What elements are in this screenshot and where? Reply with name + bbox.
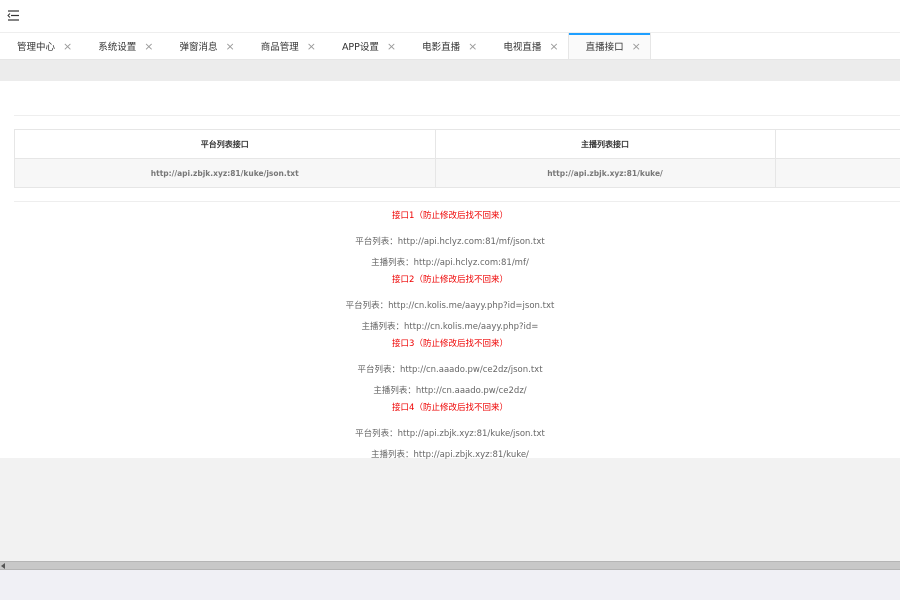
table-cell-actions bbox=[775, 158, 900, 188]
interface-title: 接口1（防止修改后找不回来） bbox=[392, 211, 508, 221]
toolbar-strip bbox=[0, 60, 900, 81]
column-header-anchor: 主播列表接口 bbox=[435, 130, 776, 159]
interface-title: 接口2（防止修改后找不回来） bbox=[392, 275, 508, 285]
close-icon[interactable]: × bbox=[225, 41, 234, 52]
tab-live-interface[interactable]: 直播接口 × bbox=[567, 33, 651, 59]
interface-title: 接口3（防止修改后找不回来） bbox=[392, 339, 508, 349]
horizontal-scrollbar[interactable] bbox=[0, 561, 900, 570]
close-icon[interactable]: × bbox=[549, 41, 558, 52]
table-header-row: 平台列表接口 主播列表接口 bbox=[15, 130, 900, 159]
menu-fold-icon[interactable] bbox=[7, 9, 20, 22]
tab-tv-live[interactable]: 电视直播 × bbox=[486, 33, 567, 59]
anchor-list-text: 主播列表：http://api.zbjk.xyz:81/kuke/ bbox=[371, 450, 529, 460]
tab-label: 电影直播 bbox=[422, 42, 461, 53]
interface-block-4: 接口4（防止修改后找不回来） 平台列表：http://api.zbjk.xyz:… bbox=[0, 400, 900, 464]
tab-label: APP设置 bbox=[341, 42, 379, 53]
tab-product-management[interactable]: 商品管理 × bbox=[244, 33, 325, 59]
tab-admin-center[interactable]: 管理中心 × bbox=[0, 33, 81, 59]
top-bar bbox=[0, 0, 900, 33]
tab-label: 弹窗消息 bbox=[179, 42, 218, 53]
tab-movie-live[interactable]: 电影直播 × bbox=[405, 33, 486, 59]
table-cell-anchor-url: http://api.zbjk.xyz:81/kuke/ bbox=[435, 158, 776, 188]
interface-table: 平台列表接口 主播列表接口 http://api.zbjk.xyz:81/kuk… bbox=[14, 129, 900, 188]
interface-title: 接口4（防止修改后找不回来） bbox=[392, 403, 508, 413]
tab-label: 电视直播 bbox=[503, 42, 542, 53]
close-icon[interactable]: × bbox=[144, 41, 153, 52]
close-icon[interactable]: × bbox=[387, 41, 396, 52]
interface-block-2: 接口2（防止修改后找不回来） 平台列表：http://cn.kolis.me/a… bbox=[0, 272, 900, 336]
table-row[interactable]: http://api.zbjk.xyz:81/kuke/json.txt htt… bbox=[15, 158, 900, 188]
interface-block-3: 接口3（防止修改后找不回来） 平台列表：http://cn.aaado.pw/c… bbox=[0, 336, 900, 400]
tab-label: 直播接口 bbox=[585, 42, 624, 53]
platform-list-text: 平台列表：http://api.hclyz.com:81/mf/json.txt bbox=[355, 237, 545, 247]
tab-system-settings[interactable]: 系统设置 × bbox=[81, 33, 162, 59]
content-panel: 平台列表接口 主播列表接口 http://api.zbjk.xyz:81/kuk… bbox=[0, 81, 900, 460]
interface-block-1: 接口1（防止修改后找不回来） 平台列表：http://api.hclyz.com… bbox=[0, 208, 900, 272]
close-icon[interactable]: × bbox=[63, 41, 72, 52]
page-footer-area bbox=[0, 570, 900, 600]
platform-list-text: 平台列表：http://api.zbjk.xyz:81/kuke/json.tx… bbox=[355, 429, 545, 439]
tab-label: 商品管理 bbox=[260, 42, 299, 53]
tab-bar: 管理中心 × 系统设置 × 弹窗消息 × 商品管理 × APP设置 × 电影直播… bbox=[0, 33, 900, 60]
anchor-list-text: 主播列表：http://api.hclyz.com:81/mf/ bbox=[371, 258, 529, 268]
platform-list-text: 平台列表：http://cn.kolis.me/aayy.php?id=json… bbox=[345, 301, 555, 311]
tab-popup-messages[interactable]: 弹窗消息 × bbox=[162, 33, 243, 59]
anchor-list-text: 主播列表：http://cn.aaado.pw/ce2dz/ bbox=[373, 386, 527, 396]
divider bbox=[14, 115, 900, 116]
interface-list: 接口1（防止修改后找不回来） 平台列表：http://api.hclyz.com… bbox=[0, 208, 900, 464]
tab-label: 管理中心 bbox=[17, 42, 56, 53]
divider bbox=[14, 201, 900, 202]
close-icon[interactable]: × bbox=[632, 41, 641, 52]
table-cell-platform-url: http://api.zbjk.xyz:81/kuke/json.txt bbox=[15, 158, 436, 188]
close-icon[interactable]: × bbox=[307, 41, 316, 52]
platform-list-text: 平台列表：http://cn.aaado.pw/ce2dz/json.txt bbox=[357, 365, 543, 375]
column-header-platform: 平台列表接口 bbox=[15, 130, 436, 159]
tab-label: 系统设置 bbox=[98, 42, 137, 53]
tab-app-settings[interactable]: APP设置 × bbox=[325, 33, 405, 59]
close-icon[interactable]: × bbox=[468, 41, 477, 52]
anchor-list-text: 主播列表：http://cn.kolis.me/aayy.php?id= bbox=[361, 322, 539, 332]
scroll-left-arrow-icon[interactable] bbox=[1, 563, 5, 569]
column-header-actions bbox=[775, 130, 900, 159]
